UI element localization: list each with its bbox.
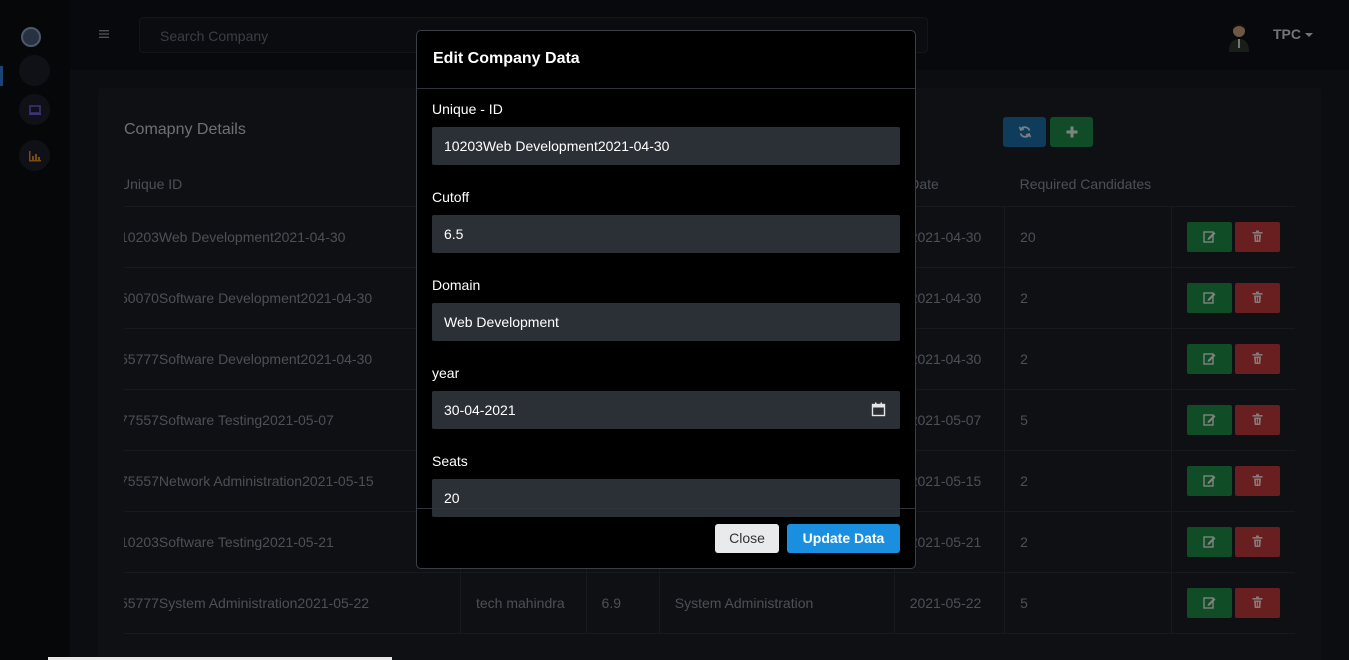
unique-id-label: Unique - ID xyxy=(432,101,503,117)
close-button[interactable]: Close xyxy=(715,524,779,553)
edit-company-modal: Edit Company Data Unique - ID 10203Web D… xyxy=(416,30,916,569)
modal-footer: Close Update Data xyxy=(417,508,915,568)
seats-label: Seats xyxy=(432,453,468,469)
cutoff-label: Cutoff xyxy=(432,189,470,205)
modal-title: Edit Company Data xyxy=(433,50,580,67)
calendar-icon[interactable] xyxy=(871,402,886,417)
unique-id-field[interactable]: 10203Web Development2021-04-30 xyxy=(432,127,900,165)
year-label: year xyxy=(432,365,460,381)
year-date-field[interactable]: 30-04-2021 xyxy=(432,391,900,429)
domain-label: Domain xyxy=(432,277,481,293)
modal-header: Edit Company Data xyxy=(417,31,915,89)
update-data-button[interactable]: Update Data xyxy=(787,524,900,553)
domain-field[interactable]: Web Development xyxy=(432,303,900,341)
cutoff-field[interactable]: 6.5 xyxy=(432,215,900,253)
modal-body: Unique - ID 10203Web Development2021-04-… xyxy=(417,89,915,517)
year-value: 30-04-2021 xyxy=(444,402,516,418)
